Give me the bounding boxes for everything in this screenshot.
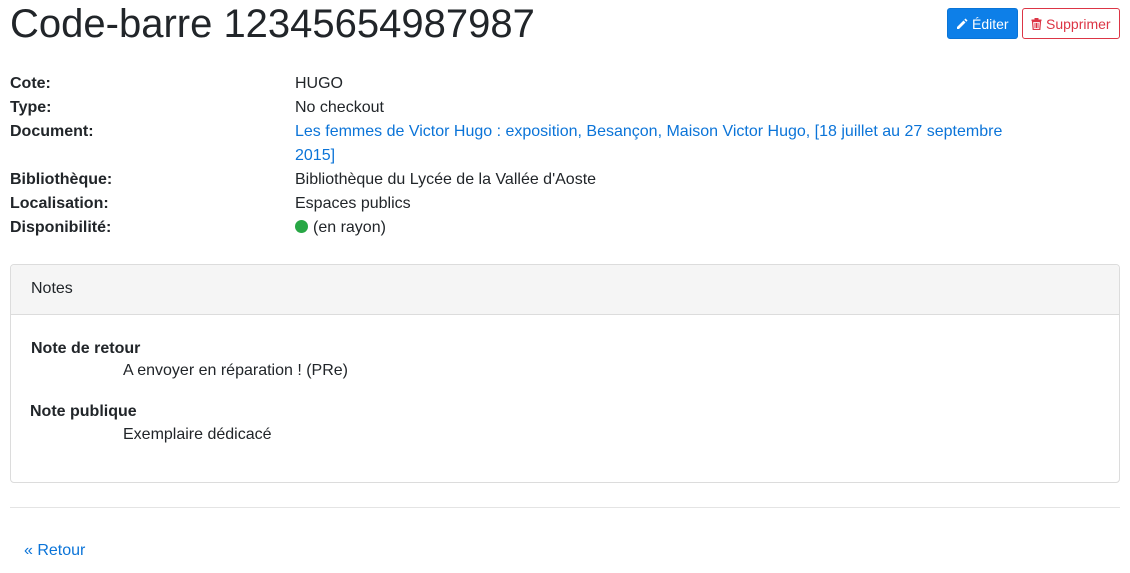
return-note-value: A envoyer en réparation ! (PRe) bbox=[123, 362, 349, 379]
edit-button-label: Éditer bbox=[972, 15, 1009, 32]
notes-card-title: Notes bbox=[31, 280, 73, 297]
back-link[interactable]: « Retour bbox=[24, 541, 85, 561]
availability-row: Disponibilité: (en rayon) bbox=[10, 216, 1010, 240]
document-link[interactable]: Les femmes de Victor Hugo : exposition, … bbox=[295, 123, 1002, 164]
page-title: Code-barre 12345654987987 bbox=[10, 2, 535, 46]
document-label: Document: bbox=[10, 123, 94, 140]
divider bbox=[10, 507, 1120, 508]
location-row: Localisation: Espaces publics bbox=[10, 192, 1010, 216]
trash-icon bbox=[1031, 17, 1042, 30]
location-label: Localisation: bbox=[10, 195, 109, 212]
availability-label: Disponibilité: bbox=[10, 219, 112, 236]
notes-card-header: Notes bbox=[11, 265, 1119, 315]
type-row: Type: No checkout bbox=[10, 96, 1010, 120]
return-note-label: Note de retour bbox=[31, 340, 141, 357]
library-value: Bibliothèque du Lycée de la Vallée d'Aos… bbox=[295, 171, 597, 188]
notes-card: Notes Note de retour A envoyer en répara… bbox=[10, 264, 1120, 483]
public-note-label: Note publique bbox=[30, 403, 137, 420]
edit-button[interactable]: Éditer bbox=[947, 8, 1018, 39]
cote-row: Cote: HUGO bbox=[10, 72, 1010, 96]
type-value: No checkout bbox=[295, 99, 384, 116]
type-label: Type: bbox=[10, 99, 52, 116]
delete-button[interactable]: Supprimer bbox=[1022, 8, 1120, 39]
availability-text: (en rayon) bbox=[313, 219, 386, 236]
cote-value: HUGO bbox=[295, 75, 343, 92]
library-row: Bibliothèque: Bibliothèque du Lycée de l… bbox=[10, 168, 1010, 192]
pencil-icon bbox=[957, 18, 968, 29]
library-label: Bibliothèque: bbox=[10, 171, 113, 188]
cote-label: Cote: bbox=[10, 75, 51, 92]
availability-status-icon bbox=[295, 220, 308, 233]
public-note-value: Exemplaire dédicacé bbox=[123, 426, 272, 443]
location-value: Espaces publics bbox=[295, 195, 411, 212]
delete-button-label: Supprimer bbox=[1046, 15, 1111, 32]
document-row: Document: Les femmes de Victor Hugo : ex… bbox=[10, 120, 1010, 168]
availability-value: (en rayon) bbox=[295, 216, 1015, 240]
